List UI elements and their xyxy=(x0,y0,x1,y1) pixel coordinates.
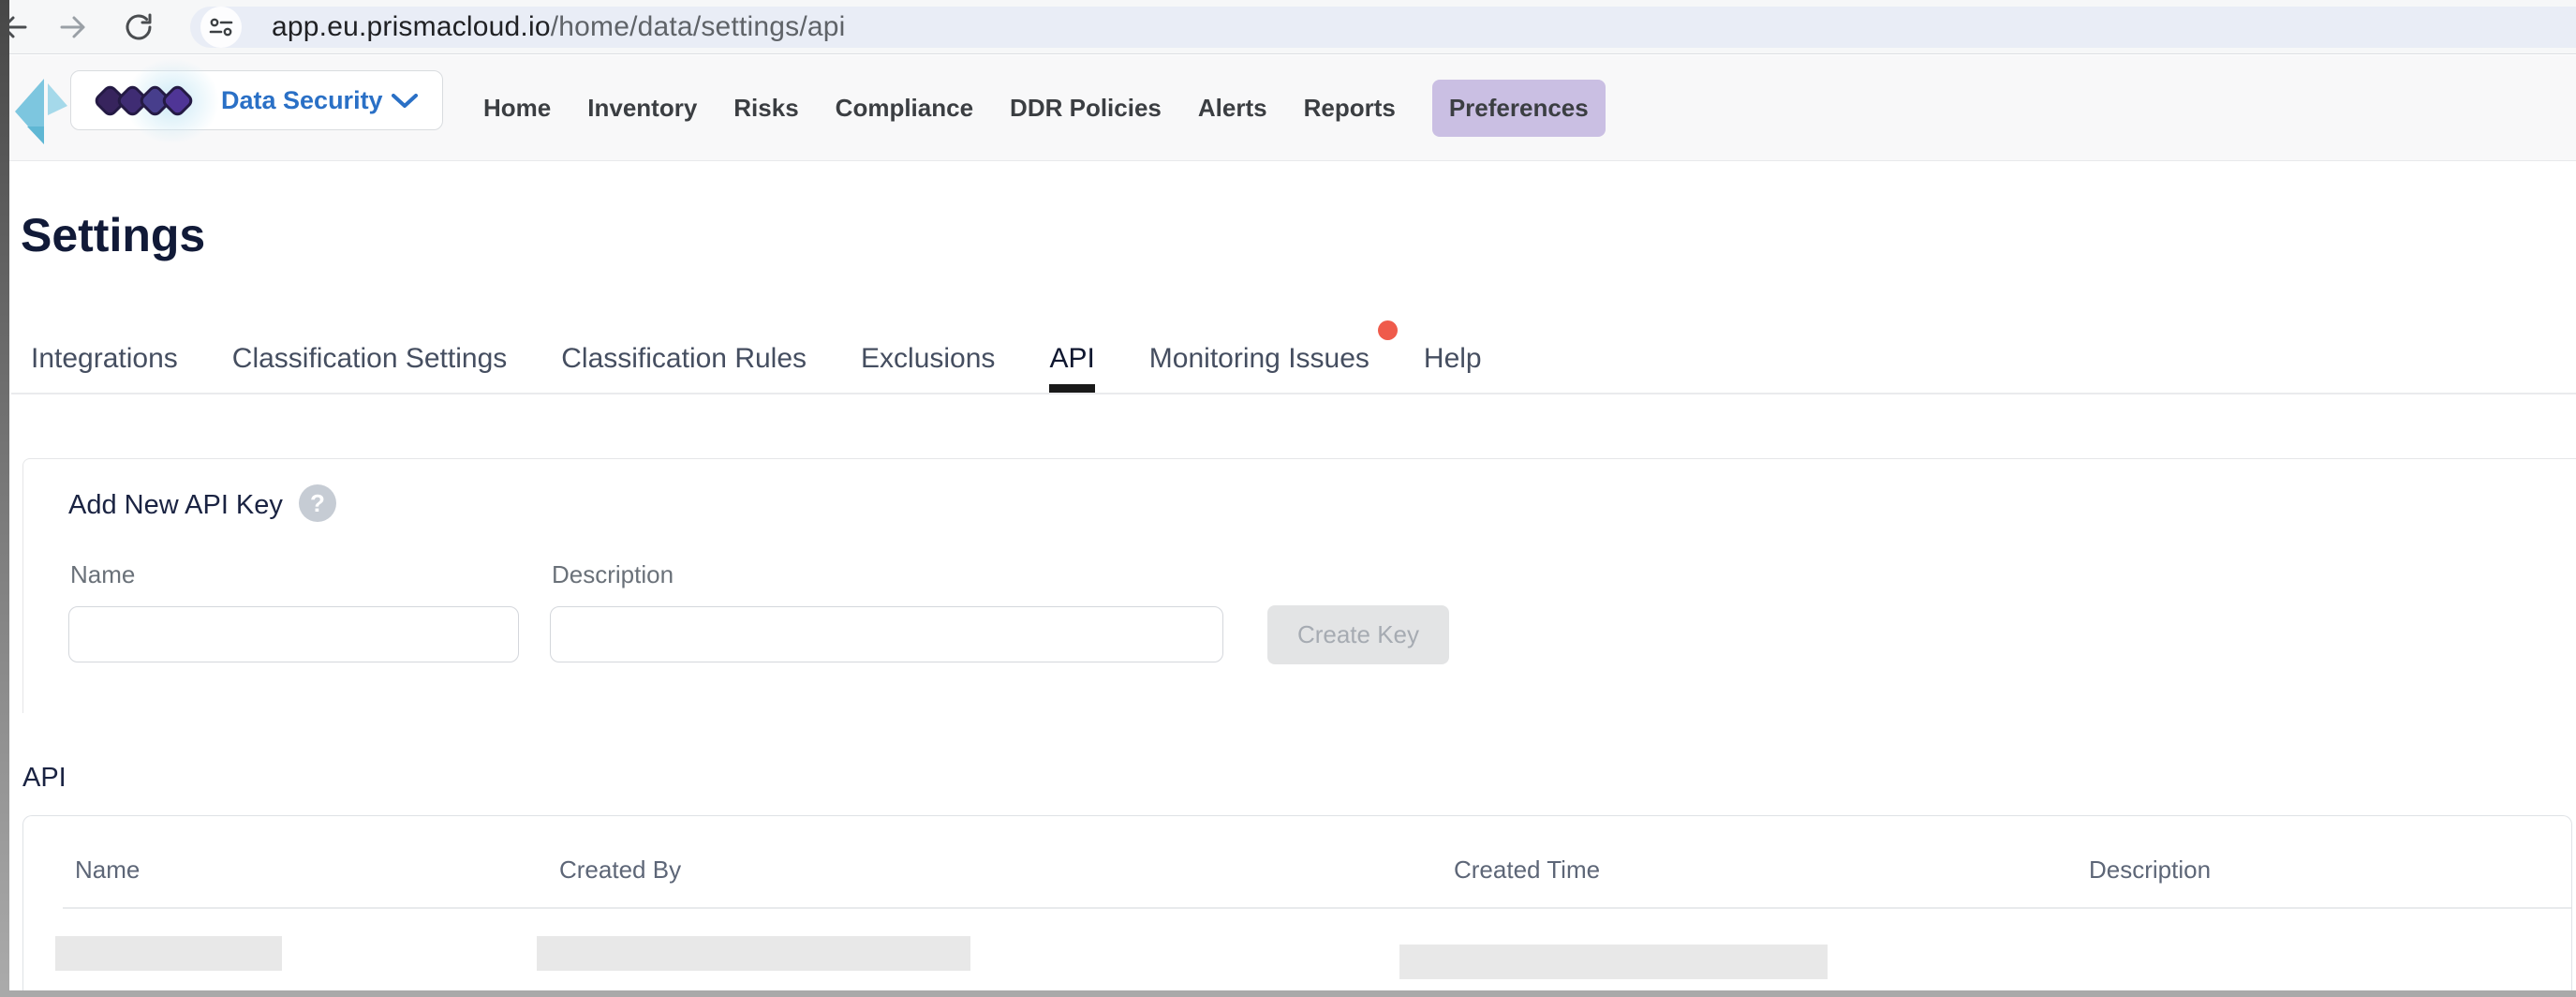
chevron-down-icon xyxy=(392,94,418,110)
main-nav-item[interactable]: Home xyxy=(483,80,551,137)
url-domain: app.eu.prismacloud.io xyxy=(272,11,551,43)
main-nav-item[interactable]: Compliance xyxy=(836,80,973,137)
main-nav: Home Inventory Risks Compliance DDR Poli… xyxy=(483,55,1606,161)
column-header-name: Name xyxy=(75,856,140,885)
main-nav-item[interactable]: Preferences xyxy=(1432,80,1606,137)
window-left-edge xyxy=(0,0,9,997)
url-path: /home/data/settings/api xyxy=(551,11,846,43)
main-nav-item[interactable]: Risks xyxy=(733,80,798,137)
browser-reload-icon[interactable] xyxy=(123,11,155,43)
create-key-button[interactable]: Create Key xyxy=(1267,605,1449,664)
redacted-cell xyxy=(537,936,970,971)
main-nav-item[interactable]: Reports xyxy=(1304,80,1396,137)
product-switcher-dropdown[interactable]: Data Security xyxy=(70,70,443,130)
settings-tab[interactable]: Integrations xyxy=(31,323,178,394)
add-api-key-title: Add New API Key xyxy=(68,490,283,521)
api-table-title: API xyxy=(22,763,67,794)
column-header-created-time: Created Time xyxy=(1454,856,1600,885)
redacted-cell xyxy=(1399,945,1828,979)
column-header-description: Description xyxy=(2089,856,2211,885)
prisma-cloud-logo-icon xyxy=(13,76,67,147)
settings-tab[interactable]: Monitoring Issues xyxy=(1149,323,1369,394)
name-input[interactable] xyxy=(68,606,519,662)
main-nav-item[interactable]: Inventory xyxy=(587,80,697,137)
product-switcher-label: Data Security xyxy=(221,71,383,129)
name-field-label: Name xyxy=(70,560,135,589)
main-nav-item[interactable]: DDR Policies xyxy=(1010,80,1162,137)
page-title: Settings xyxy=(21,208,205,262)
browser-toolbar: app.eu.prismacloud.io/home/data/settings… xyxy=(0,0,2576,54)
url-text[interactable]: app.eu.prismacloud.io/home/data/settings… xyxy=(272,0,846,54)
help-icon[interactable]: ? xyxy=(299,484,336,522)
description-field-label: Description xyxy=(552,560,674,589)
browser-forward-icon[interactable] xyxy=(58,11,90,43)
description-input[interactable] xyxy=(550,606,1223,662)
site-settings-icon[interactable] xyxy=(200,7,242,48)
settings-tab[interactable]: Exclusions xyxy=(861,323,995,394)
column-header-created-by: Created By xyxy=(559,856,681,885)
settings-tab[interactable]: Classification Rules xyxy=(561,323,807,394)
settings-tabs: Integrations Classification Settings Cla… xyxy=(31,323,1482,394)
api-table-card: Name Created By Created Time Description xyxy=(22,815,2572,997)
window-bottom-edge xyxy=(0,990,2576,997)
settings-tab[interactable]: Classification Settings xyxy=(232,323,507,394)
add-api-key-panel: Add New API Key ? Name Description Creat… xyxy=(22,458,2576,713)
tabs-bottom-border xyxy=(11,393,2576,394)
settings-tab[interactable]: API xyxy=(1049,323,1094,394)
app-header: Data Security Home Inventory Risks Compl… xyxy=(0,55,2576,161)
redacted-cell xyxy=(55,936,282,971)
main-nav-item[interactable]: Alerts xyxy=(1198,80,1267,137)
settings-tab[interactable]: Help xyxy=(1424,323,1482,394)
table-header-divider xyxy=(63,907,2571,909)
